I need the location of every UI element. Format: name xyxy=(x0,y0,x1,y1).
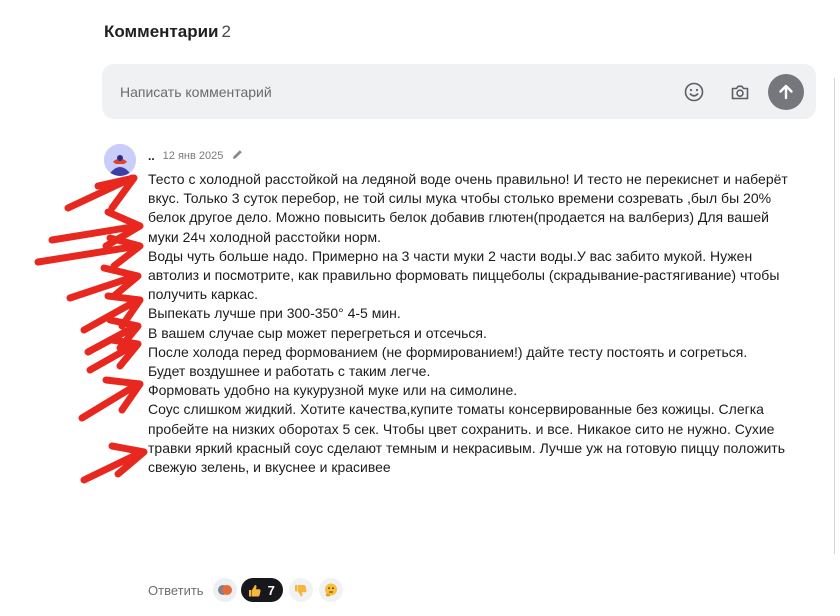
camera-icon[interactable] xyxy=(728,80,752,104)
comments-title: Комментарии xyxy=(104,22,219,41)
pencil-icon[interactable] xyxy=(231,148,244,164)
comment-paragraph: Соус слишком жидкий. Хотите качества,куп… xyxy=(148,401,785,476)
like-reaction-button[interactable]: 7 xyxy=(240,578,283,602)
thinking-emoji-button[interactable] xyxy=(318,578,343,602)
like-count: 7 xyxy=(267,582,275,598)
comment-date: 12 янв 2025 xyxy=(162,150,224,162)
comment-paragraph: Будет воздушнее и работать с таким легче… xyxy=(148,363,431,380)
reaction-avatars-icon[interactable] xyxy=(212,578,237,602)
arrow-up-icon xyxy=(779,84,793,100)
red-arrow xyxy=(80,442,148,484)
comment-author[interactable]: .. xyxy=(148,149,155,163)
comments-count: 2 xyxy=(221,22,231,41)
dislike-reaction-button[interactable] xyxy=(288,578,313,602)
comment-input[interactable] xyxy=(120,80,660,104)
right-divider xyxy=(834,78,835,554)
thinking-face-icon xyxy=(324,583,337,597)
red-arrow xyxy=(34,234,144,270)
comment-paragraph: Тесто с холодной расстойкой на ледяной в… xyxy=(148,171,788,245)
comment-paragraph: Выпекать лучше при 300-350° 4-5 мин. xyxy=(148,305,401,322)
red-arrow xyxy=(64,174,138,212)
thumbs-down-icon xyxy=(295,584,307,596)
red-arrow xyxy=(78,376,144,422)
smiley-icon[interactable] xyxy=(682,80,706,104)
send-button[interactable] xyxy=(768,74,804,110)
comments-heading: Комментарии 2 xyxy=(104,22,231,42)
comment-meta: .. 12 янв 2025 xyxy=(148,148,244,164)
reply-button[interactable]: Ответить xyxy=(148,583,204,598)
comment-paragraph: После холода перед формованием (не форми… xyxy=(148,343,748,360)
comment-actions: Ответить 7 xyxy=(148,578,349,602)
red-arrow xyxy=(86,336,142,374)
comment-paragraph: Формовать удобно на кукурузной муке или … xyxy=(148,382,518,399)
red-arrow xyxy=(48,208,144,250)
thumbs-up-icon xyxy=(248,584,261,596)
comment-composer xyxy=(102,64,816,119)
comment-paragraph: Воды чуть больше надо. Примерно на 3 час… xyxy=(148,247,780,303)
red-arrow xyxy=(80,292,144,334)
red-arrow xyxy=(84,316,142,356)
comment-paragraph: В вашем случае сыр может перегреться и о… xyxy=(148,324,487,341)
avatar[interactable] xyxy=(104,144,136,176)
red-arrow xyxy=(66,264,142,302)
comment-body: Тесто с холодной расстойкой на ледяной в… xyxy=(148,170,798,477)
